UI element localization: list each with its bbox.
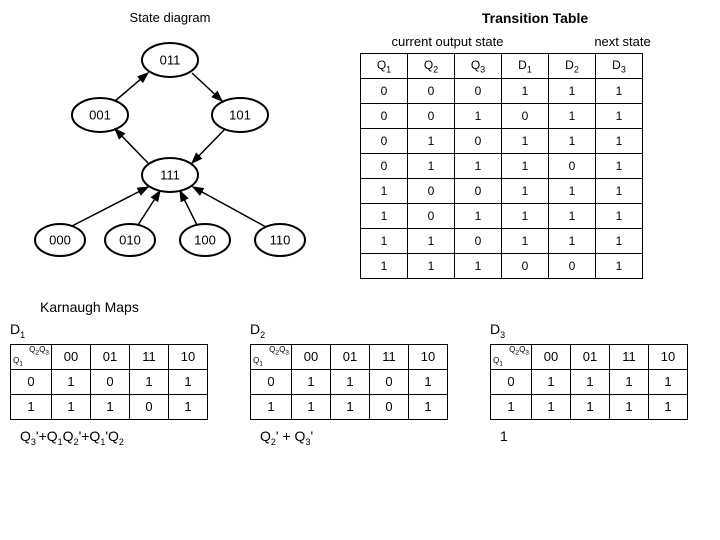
table-row: 010111: [361, 129, 643, 154]
node-100: 100: [194, 233, 216, 248]
next-state-label: next state: [535, 34, 710, 49]
kmap-label: D3: [490, 321, 710, 340]
transition-table-title: Transition Table: [360, 10, 710, 26]
table-row: 111001: [361, 254, 643, 279]
kmap-expression: Q2' + Q3': [250, 428, 470, 447]
node-001: 001: [89, 108, 111, 123]
kmap-table: Q2Q3Q1000111100111111111: [490, 344, 688, 420]
node-110: 110: [270, 233, 291, 248]
kmap-corner: Q2Q3Q1: [11, 344, 52, 369]
kmap-corner: Q2Q3Q1: [491, 344, 532, 369]
tt-header-D3: D3: [596, 54, 643, 79]
state-diagram-section: State diagram 011 001 101 111 000 010: [10, 10, 330, 279]
tt-header-Q3: Q3: [455, 54, 502, 79]
karnaugh-maps-title: Karnaugh Maps: [40, 299, 710, 315]
transition-table-section: Transition Table current output state ne…: [360, 10, 710, 279]
transition-table: Q1Q2Q3D1D2D3 000111001011010111011101100…: [360, 53, 643, 279]
node-010: 010: [119, 233, 141, 248]
kmap-table: Q2Q3Q1000111100110111101: [250, 344, 448, 420]
node-011: 011: [160, 53, 181, 68]
kmap-corner: Q2Q3Q1: [251, 344, 292, 369]
table-row: 001011: [361, 104, 643, 129]
kmap-D2: D2 Q2Q3Q1000111100110111101 Q2' + Q3': [250, 321, 470, 447]
kmap-D1: D1 Q2Q3Q1000111100101111101 Q3'+Q1Q2'+Q1'Q…: [10, 321, 230, 447]
state-diagram-svg: 011 001 101 111 000 010 100 110: [10, 35, 330, 265]
kmap-label: D1: [10, 321, 230, 340]
kmap-expression: 1: [490, 428, 710, 444]
tt-header-Q2: Q2: [408, 54, 455, 79]
node-000: 000: [49, 233, 71, 248]
tt-header-Q1: Q1: [361, 54, 408, 79]
table-row: 110111: [361, 229, 643, 254]
kmap-D3: D3 Q2Q3Q1000111100111111111 1: [490, 321, 710, 447]
current-state-label: current output state: [360, 34, 535, 49]
table-row: 011101: [361, 154, 643, 179]
node-111: 111: [160, 168, 180, 183]
kmap-label: D2: [250, 321, 470, 340]
tt-header-D2: D2: [549, 54, 596, 79]
kmap-expression: Q3'+Q1Q2'+Q1'Q2: [10, 428, 230, 447]
node-101: 101: [229, 108, 251, 123]
tt-header-D1: D1: [502, 54, 549, 79]
table-row: 000111: [361, 79, 643, 104]
table-row: 101111: [361, 204, 643, 229]
kmap-table: Q2Q3Q1000111100101111101: [10, 344, 208, 420]
state-diagram-title: State diagram: [10, 10, 330, 25]
table-row: 100111: [361, 179, 643, 204]
karnaugh-maps-container: D1 Q2Q3Q1000111100101111101 Q3'+Q1Q2'+Q1'Q…: [10, 321, 710, 447]
